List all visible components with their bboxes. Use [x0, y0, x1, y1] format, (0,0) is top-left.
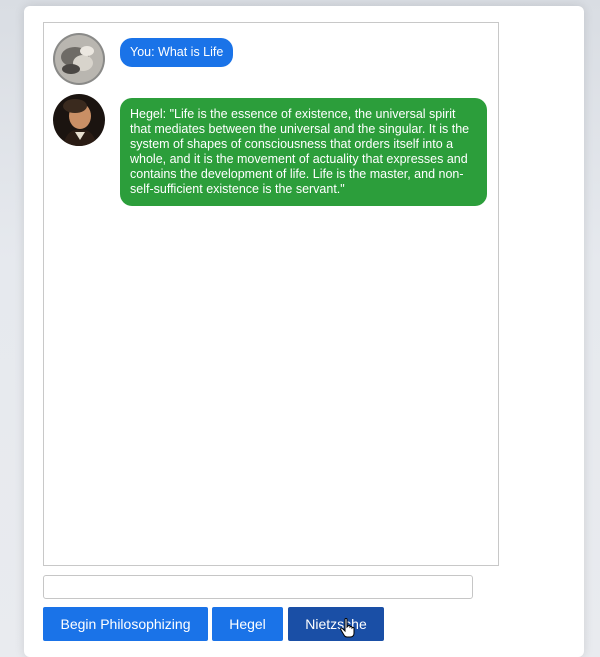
hegel-button[interactable]: Hegel [212, 607, 283, 641]
hegel-message: Hegel: "Life is the essence of existence… [120, 98, 487, 206]
user-avatar-icon [53, 33, 105, 85]
nietzsche-button[interactable]: Nietzsche [288, 607, 384, 641]
chat-log[interactable]: You: What is Life Hegel: "Life is the es… [43, 22, 499, 566]
hand-pointer-icon [340, 618, 356, 638]
user-message: You: What is Life [120, 38, 234, 67]
message-input[interactable] [43, 575, 473, 599]
hegel-portrait-icon [53, 94, 105, 146]
begin-philosophizing-button[interactable]: Begin Philosophizing [43, 607, 208, 641]
